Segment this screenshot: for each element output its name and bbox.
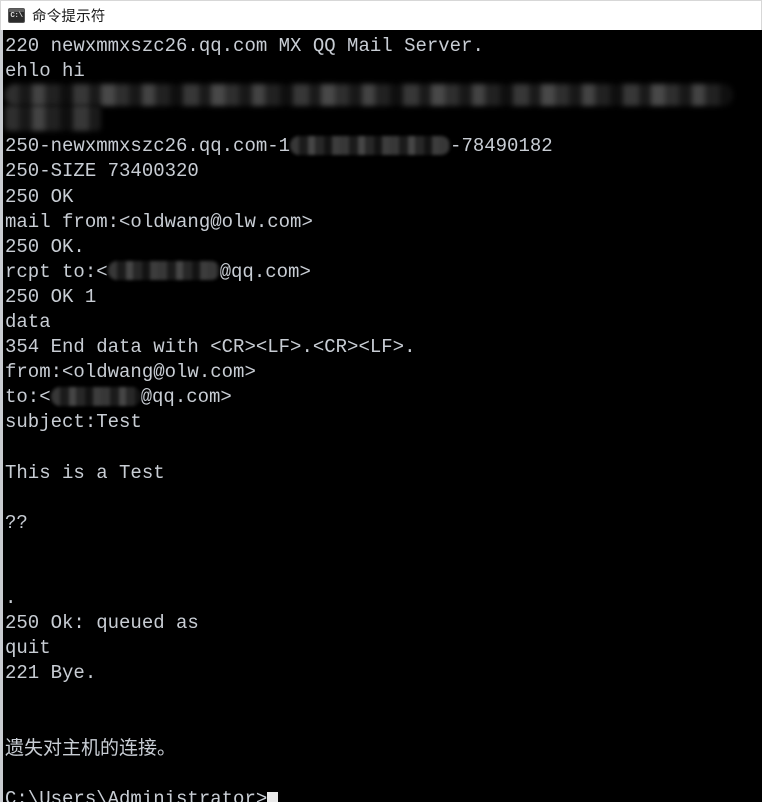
console-line: 250 OK <box>5 185 74 208</box>
console-line-suffix: @qq.com> <box>140 386 232 409</box>
console-line: 250 OK. <box>5 235 85 258</box>
console-line: ?? <box>5 511 28 534</box>
command-prompt-window: C:\ 命令提示符 220 newxmmxszc26.qq.com MX QQ … <box>0 0 762 802</box>
console-line: This is a Test <box>5 461 165 484</box>
console-line-prefix: rcpt to:< <box>5 260 108 283</box>
redaction-mosaic <box>290 135 451 155</box>
console-line: 354 End data with <CR><LF>.<CR><LF>. <box>5 336 416 359</box>
redaction-mosaic <box>5 84 733 107</box>
console-line: . <box>5 587 17 610</box>
console-line: 250-newxmmxszc26.qq.com-1 -78490182 <box>5 134 762 159</box>
console-line: subject:Test <box>5 411 142 434</box>
console-line: mail from:<oldwang@olw.com> <box>5 210 313 233</box>
window-titlebar[interactable]: C:\ 命令提示符 <box>0 0 762 30</box>
console-line-redacted <box>5 84 762 132</box>
console-line: from:<oldwang@olw.com> <box>5 361 256 384</box>
console-line-prefix: to:< <box>5 386 51 409</box>
console-line: ehlo hi <box>5 60 85 83</box>
console-line: 250 OK 1 <box>5 285 97 308</box>
prompt-path: C:\Users\Administrator> <box>5 787 268 802</box>
console-line-suffix: @qq.com> <box>219 260 311 283</box>
text-cursor <box>267 791 279 802</box>
redaction-mosaic <box>107 261 220 281</box>
console-text-buffer: 220 newxmmxszc26.qq.com MX QQ Mail Serve… <box>3 30 762 802</box>
console-line: 250 Ok: queued as <box>5 612 199 635</box>
console-line: 220 newxmmxszc26.qq.com MX QQ Mail Serve… <box>5 35 484 57</box>
console-line-suffix: -78490182 <box>450 135 553 158</box>
console-line: 221 Bye. <box>5 662 97 685</box>
console-line: 遗失对主机的连接。 <box>5 737 177 760</box>
cmd-console-icon: C:\ <box>8 8 25 23</box>
cmd-icon-glyph: C:\ <box>10 10 23 20</box>
window-title: 命令提示符 <box>32 9 106 25</box>
console-prompt-line[interactable]: C:\Users\Administrator> <box>5 787 762 802</box>
redaction-mosaic <box>50 386 141 406</box>
console-line: 250-SIZE 73400320 <box>5 160 199 183</box>
console-line: rcpt to:< @qq.com> <box>5 260 762 285</box>
console-line: quit <box>5 637 51 660</box>
console-line-prefix: 250-newxmmxszc26.qq.com-1 <box>5 135 291 158</box>
console-output-area[interactable]: 220 newxmmxszc26.qq.com MX QQ Mail Serve… <box>0 30 762 802</box>
console-line: data <box>5 311 51 334</box>
console-line: to:< @qq.com> <box>5 385 762 410</box>
